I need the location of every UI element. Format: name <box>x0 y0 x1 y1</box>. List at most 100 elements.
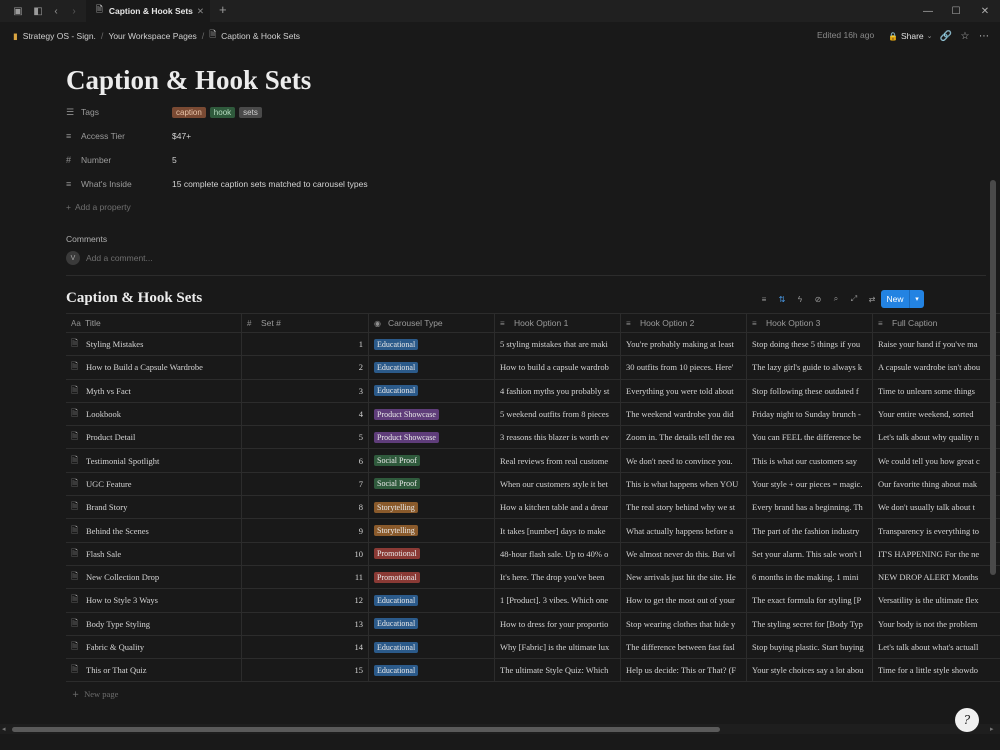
page-title[interactable]: Caption & Hook Sets <box>66 65 311 96</box>
new-record-button[interactable]: New ▾ <box>881 290 924 308</box>
hide-icon[interactable]: ⊘ <box>810 292 826 306</box>
chevron-down-icon[interactable]: ▾ <box>910 295 924 303</box>
table-row[interactable]: 🗎 Styling Mistakes 1 Educational 5 styling m… <box>66 333 1000 357</box>
horizontal-scrollbar[interactable] <box>12 727 720 732</box>
table-row[interactable]: 🗎 Myth vs Fact 3 Educational 4 fashion myths… <box>66 379 1000 403</box>
cell-carousel-type[interactable]: Educational <box>369 635 495 659</box>
table-row[interactable]: 🗎 Lookbook 4 Product Showcase 5 weekend outf… <box>66 402 1000 427</box>
column-header-hook-3[interactable]: ≡ Hook Option 3 <box>747 314 873 332</box>
column-header-carousel-type[interactable]: ◉ Carousel Type <box>369 314 495 332</box>
cell-hook-3[interactable]: Stop following these outdated f <box>747 379 873 402</box>
cell-set-number[interactable]: 8 <box>242 496 369 519</box>
cell-full-caption[interactable]: Time for a little style showdo <box>873 659 1000 681</box>
cell-carousel-type[interactable]: Promotional <box>369 565 495 589</box>
cell-title[interactable]: 🗎 Fabric & Quality <box>66 635 242 659</box>
more-options-icon[interactable]: ⋯ <box>976 28 992 44</box>
cell-full-caption[interactable]: Your entire weekend, sorted <box>873 403 1000 425</box>
table-row[interactable]: 🗎 How to Style 3 Ways 12 Educational 1 [Prod… <box>66 589 1000 613</box>
property-tags[interactable]: ☰ Tags caption hook sets <box>66 103 666 121</box>
table-row[interactable]: 🗎 Testimonial Spotlight 6 Social Proof Real … <box>66 449 1000 473</box>
cell-hook-2[interactable]: Stop wearing clothes that hide y <box>621 612 747 635</box>
cell-set-number[interactable]: 1 <box>242 333 369 356</box>
cell-title[interactable]: 🗎 This or That Quiz <box>66 659 242 682</box>
breadcrumb-item-current[interactable]: 🗎 Caption & Hook Sets <box>209 29 300 43</box>
cell-carousel-type[interactable]: Educational <box>369 379 495 402</box>
cell-carousel-type[interactable]: Educational <box>369 333 495 356</box>
cell-full-caption[interactable]: Time to unlearn some things <box>873 380 1000 402</box>
cell-hook-1[interactable]: 5 styling mistakes that are maki <box>495 333 621 356</box>
table-row[interactable]: 🗎 UGC Feature 7 Social Proof When our custom… <box>66 472 1000 497</box>
cell-hook-2[interactable]: The weekend wardrobe you did <box>621 402 747 426</box>
cell-hook-2[interactable]: Help us decide: This or That? (F <box>621 659 747 682</box>
column-header-full-caption[interactable]: ≡ Full Caption <box>873 314 1000 332</box>
cell-hook-3[interactable]: Friday night to Sunday brunch - <box>747 402 873 426</box>
table-row[interactable]: 🗎 Flash Sale 10 Promotional 48-hour flash sa… <box>66 542 1000 566</box>
help-assistant-icon[interactable]: ? <box>955 708 979 732</box>
cell-title[interactable]: 🗎 How to Build a Capsule Wardrobe <box>66 356 242 379</box>
cell-hook-3[interactable]: Stop buying plastic. Start buying <box>747 635 873 659</box>
cell-title[interactable]: 🗎 Lookbook <box>66 402 242 426</box>
tab-caption-hook-sets[interactable]: 🗎 Caption & Hook Sets ✕ <box>86 0 210 22</box>
sidebar-toggle-icon[interactable]: ◧ <box>29 2 47 20</box>
cell-hook-1[interactable]: It takes [number] days to make <box>495 519 621 542</box>
cell-full-caption[interactable]: Our favorite thing about mak <box>873 473 1000 495</box>
table-row[interactable]: 🗎 How to Build a Capsule Wardrobe 2 Educati… <box>66 356 1000 380</box>
cell-set-number[interactable]: 6 <box>242 449 369 472</box>
cell-set-number[interactable]: 13 <box>242 612 369 635</box>
cell-hook-1[interactable]: Why [Fabric] is the ultimate lux <box>495 635 621 659</box>
cell-set-number[interactable]: 11 <box>242 565 369 589</box>
cell-set-number[interactable]: 12 <box>242 589 369 612</box>
cell-hook-2[interactable]: We almost never do this. But wl <box>621 542 747 565</box>
cell-title[interactable]: 🗎 Brand Story <box>66 496 242 519</box>
cell-hook-3[interactable]: The exact formula for styling [P <box>747 589 873 612</box>
cell-set-number[interactable]: 14 <box>242 635 369 659</box>
cell-hook-1[interactable]: 4 fashion myths you probably st <box>495 379 621 402</box>
cell-set-number[interactable]: 5 <box>242 426 369 449</box>
maximize-icon[interactable]: ☐ <box>941 0 971 22</box>
cell-set-number[interactable]: 10 <box>242 542 369 565</box>
search-icon[interactable]: ⌕ <box>828 292 844 306</box>
database-title[interactable]: Caption & Hook Sets <box>66 290 202 307</box>
cell-hook-2[interactable]: How to get the most out of your <box>621 589 747 612</box>
table-row[interactable]: 🗎 Product Detail 5 Product Showcase 3 reason… <box>66 426 1000 450</box>
scroll-left-arrow-icon[interactable]: ◂ <box>2 725 6 733</box>
breadcrumb-item-workspace[interactable]: ▮ Strategy OS - Sign. <box>13 31 96 42</box>
lightning-icon[interactable]: ϟ <box>792 292 808 306</box>
cell-set-number[interactable]: 15 <box>242 659 369 682</box>
cell-hook-3[interactable]: Your style + our pieces = magic. <box>747 472 873 496</box>
vertical-scrollbar[interactable] <box>990 180 996 575</box>
cell-hook-2[interactable]: Zoom in. The details tell the rea <box>621 426 747 449</box>
cell-full-caption[interactable]: A capsule wardrobe isn't abou <box>873 356 1000 378</box>
star-icon[interactable]: ☆ <box>957 28 973 44</box>
cell-full-caption[interactable]: IT'S HAPPENING For the ne <box>873 543 1000 565</box>
cell-carousel-type[interactable]: Educational <box>369 356 495 379</box>
cell-title[interactable]: 🗎 Body Type Styling <box>66 612 242 635</box>
cell-carousel-type[interactable]: Social Proof <box>369 449 495 472</box>
cell-carousel-type[interactable]: Promotional <box>369 542 495 565</box>
close-window-icon[interactable]: ✕ <box>970 0 1000 22</box>
cell-carousel-type[interactable]: Social Proof <box>369 472 495 496</box>
cell-hook-1[interactable]: 5 weekend outfits from 8 pieces <box>495 402 621 426</box>
cell-hook-1[interactable]: It's here. The drop you've been <box>495 565 621 589</box>
table-row[interactable]: 🗎 This or That Quiz 15 Educational The ultim… <box>66 659 1000 683</box>
cell-carousel-type[interactable]: Educational <box>369 612 495 635</box>
cell-carousel-type[interactable]: Educational <box>369 659 495 682</box>
column-header-set[interactable]: # Set # <box>242 314 369 332</box>
forward-arrow-icon[interactable]: › <box>65 2 83 20</box>
cell-carousel-type[interactable]: Product Showcase <box>369 426 495 449</box>
cell-hook-3[interactable]: 6 months in the making. 1 mini <box>747 565 873 589</box>
cell-hook-2[interactable]: We don't need to convince you. <box>621 449 747 472</box>
table-row[interactable]: 🗎 Body Type Styling 13 Educational How to dr… <box>66 612 1000 636</box>
cell-title[interactable]: 🗎 Product Detail <box>66 426 242 449</box>
add-property-button[interactable]: + Add a property <box>66 202 131 212</box>
back-arrow-icon[interactable]: ‹ <box>47 2 65 20</box>
scroll-right-arrow-icon[interactable]: ▸ <box>990 725 994 733</box>
cell-hook-1[interactable]: 3 reasons this blazer is worth ev <box>495 426 621 449</box>
cell-full-caption[interactable]: NEW DROP ALERT Months <box>873 566 1000 588</box>
settings-sliders-icon[interactable]: ⇄ <box>864 292 880 306</box>
tag-pill[interactable]: caption <box>172 106 206 118</box>
cell-hook-3[interactable]: The styling secret for [Body Typ <box>747 612 873 635</box>
table-row[interactable]: 🗎 New Collection Drop 11 Promotional It's he… <box>66 565 1000 590</box>
tag-pill[interactable]: sets <box>239 106 262 118</box>
property-access-tier[interactable]: ≡ Access Tier $47+ <box>66 127 666 145</box>
